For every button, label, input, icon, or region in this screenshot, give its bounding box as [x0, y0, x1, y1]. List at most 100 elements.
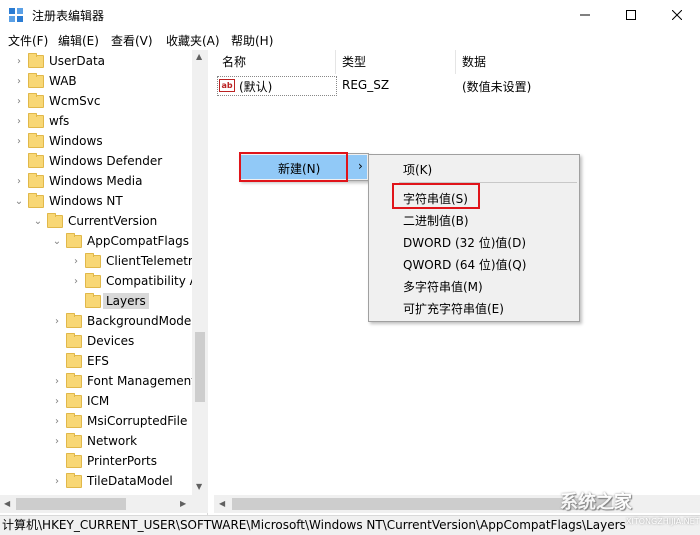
chevron-right-icon[interactable]: › — [52, 476, 62, 487]
tree-item[interactable]: › Windows — [14, 131, 206, 151]
tree-horizontal-scroll-thumb[interactable] — [16, 498, 126, 510]
tree-item[interactable]: › wfs — [14, 111, 206, 131]
tree-item[interactable]: Devices — [52, 331, 207, 351]
tree-item[interactable]: ⌄ AppCompatFlags — [52, 231, 207, 251]
tree-vertical-scrollbar[interactable] — [192, 50, 208, 495]
tree-item[interactable]: › WAB — [14, 71, 206, 91]
chevron-right-icon[interactable]: › — [14, 116, 24, 127]
close-button[interactable] — [654, 0, 700, 30]
submenu-item-dword-value[interactable]: DWORD (32 位)值(D) — [403, 234, 526, 251]
folder-icon — [66, 412, 82, 428]
folder-icon — [28, 92, 44, 108]
submenu-item-qword-value[interactable]: QWORD (64 位)值(Q) — [403, 256, 526, 273]
tree-item[interactable]: ⌄ Windows NT — [14, 191, 206, 211]
folder-icon — [66, 432, 82, 448]
tree-item[interactable]: › ICM — [52, 391, 207, 411]
scroll-left-icon[interactable]: ◀ — [4, 499, 10, 508]
chevron-right-icon[interactable]: › — [52, 316, 62, 327]
chevron-right-icon[interactable]: › — [14, 76, 24, 87]
highlight-box-new — [239, 152, 348, 182]
chevron-down-icon[interactable]: ⌄ — [52, 236, 62, 247]
tree-item[interactable]: › Compatibility A — [71, 271, 207, 291]
title-bar: 注册表编辑器 — [0, 0, 700, 30]
folder-icon — [85, 252, 101, 268]
menu-favorites[interactable]: 收藏夹(A) — [166, 32, 220, 49]
tree-item[interactable]: › MsiCorruptedFile — [52, 411, 207, 431]
tree-item[interactable]: › Windows Media — [14, 171, 206, 191]
folder-icon — [85, 272, 101, 288]
watermark-subtext: XITONGZHIJIA.NET — [626, 517, 700, 526]
folder-icon — [66, 332, 82, 348]
submenu-item-multi-string-value[interactable]: 多字符串值(M) — [403, 278, 483, 295]
maximize-icon — [626, 10, 636, 20]
scroll-right-icon[interactable]: ▶ — [180, 499, 186, 508]
chevron-right-icon[interactable]: › — [71, 276, 81, 287]
column-header-name[interactable]: 名称 — [222, 53, 246, 73]
menu-view[interactable]: 查看(V) — [111, 32, 153, 49]
column-header-type[interactable]: 类型 — [342, 53, 366, 73]
close-icon — [672, 10, 682, 20]
list-row-focus[interactable] — [217, 76, 337, 96]
row-name[interactable]: (默认) — [239, 78, 272, 95]
watermark-logo: 系统之家 — [560, 492, 632, 513]
folder-icon — [66, 312, 82, 328]
tree-item[interactable]: › UserData — [14, 51, 206, 71]
chevron-right-icon[interactable]: › — [52, 376, 62, 387]
scroll-down-icon[interactable]: ▼ — [196, 482, 202, 491]
folder-icon — [66, 392, 82, 408]
string-value-icon: ab — [219, 79, 235, 92]
submenu-item-expandable-string-value[interactable]: 可扩充字符串值(E) — [403, 300, 504, 317]
chevron-right-icon[interactable]: › — [71, 256, 81, 267]
tree-item[interactable]: › BackgroundMode — [52, 311, 207, 331]
list-horizontal-scroll-thumb[interactable] — [232, 498, 612, 510]
tree-item[interactable]: › Network — [52, 431, 207, 451]
chevron-right-icon[interactable]: › — [52, 416, 62, 427]
folder-open-icon — [66, 232, 82, 248]
chevron-down-icon[interactable]: ⌄ — [33, 216, 43, 227]
chevron-placeholder — [52, 336, 62, 346]
minimize-button[interactable] — [562, 0, 608, 30]
folder-icon — [28, 172, 44, 188]
chevron-right-icon[interactable]: › — [52, 436, 62, 447]
submenu-item-key[interactable]: 项(K) — [403, 161, 432, 178]
column-separator[interactable] — [335, 50, 336, 74]
column-separator[interactable] — [455, 50, 456, 74]
chevron-down-icon[interactable]: ⌄ — [14, 196, 24, 207]
menu-help[interactable]: 帮助(H) — [231, 32, 273, 49]
status-path: 计算机\HKEY_CURRENT_USER\SOFTWARE\Microsoft… — [2, 518, 626, 532]
tree-item[interactable]: EFS — [52, 351, 207, 371]
folder-icon — [66, 452, 82, 468]
tree-item[interactable]: › TileDataModel — [52, 471, 207, 491]
tree-item[interactable]: ⌄ CurrentVersion — [33, 211, 207, 231]
scroll-left-icon[interactable]: ◀ — [219, 499, 225, 508]
tree-vertical-scroll-thumb[interactable] — [195, 332, 205, 402]
tree-item[interactable]: Windows Defender — [14, 151, 206, 171]
menu-file[interactable]: 文件(F) — [8, 32, 48, 49]
registry-app-icon — [9, 8, 23, 22]
folder-icon — [28, 112, 44, 128]
status-bar: 计算机\HKEY_CURRENT_USER\SOFTWARE\Microsoft… — [0, 515, 700, 535]
menu-bar: 文件(F) 编辑(E) 查看(V) 收藏夹(A) 帮助(H) — [0, 30, 700, 50]
registry-tree[interactable]: › UserData › WAB › WcmSvc › wfs › Windows Win… — [0, 50, 208, 515]
chevron-placeholder — [52, 456, 62, 466]
folder-icon — [28, 52, 44, 68]
chevron-placeholder — [14, 156, 24, 166]
column-header-data[interactable]: 数据 — [462, 53, 486, 73]
menu-edit[interactable]: 编辑(E) — [58, 32, 99, 49]
maximize-button[interactable] — [608, 0, 654, 30]
tree-item[interactable]: › ClientTelemetr — [71, 251, 207, 271]
chevron-right-icon[interactable]: › — [14, 96, 24, 107]
chevron-right-icon[interactable]: › — [52, 396, 62, 407]
chevron-right-icon[interactable]: › — [14, 136, 24, 147]
tree-item-selected[interactable]: Layers — [71, 291, 207, 311]
submenu-item-binary-value[interactable]: 二进制值(B) — [403, 212, 469, 229]
tree-item[interactable]: PrinterPorts — [52, 451, 207, 471]
tree-item[interactable]: › Font Management — [52, 371, 207, 391]
chevron-right-icon[interactable]: › — [14, 56, 24, 67]
row-data: (数值未设置) — [462, 80, 532, 94]
folder-icon — [66, 472, 82, 488]
chevron-right-icon[interactable]: › — [14, 176, 24, 187]
tree-item[interactable]: › WcmSvc — [14, 91, 206, 111]
minimize-icon — [580, 14, 590, 16]
scroll-up-icon[interactable]: ▲ — [196, 52, 202, 61]
